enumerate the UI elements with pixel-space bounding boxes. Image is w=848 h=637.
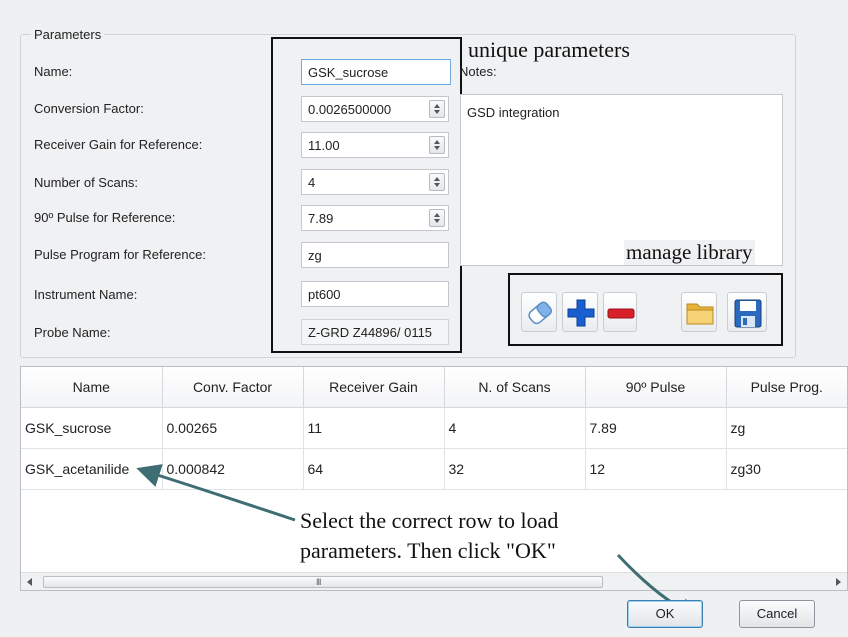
spin-down-icon — [434, 146, 440, 150]
name-label: Name: — [34, 64, 73, 79]
minus-icon — [607, 308, 635, 319]
receiver-gain-spin-buttons[interactable] — [429, 136, 445, 154]
parameters-group-title: Parameters — [31, 27, 105, 42]
pulse-program-field[interactable]: zg — [301, 242, 449, 268]
column-header-receiver-gain[interactable]: Receiver Gain — [303, 367, 445, 408]
table-cell[interactable]: 7.89 — [585, 407, 727, 449]
spin-up-icon — [434, 140, 440, 144]
notes-value: GSD integration — [467, 105, 560, 120]
table-cell[interactable]: 4 — [444, 407, 586, 449]
instruction-line-1: Select the correct row to load — [300, 508, 559, 533]
table-header-row: Name Conv. Factor Receiver Gain N. of Sc… — [21, 367, 847, 408]
table-cell[interactable]: 11 — [303, 407, 445, 449]
table-cell[interactable]: 32 — [444, 448, 586, 490]
conversion-factor-label: Conversion Factor: — [34, 101, 144, 116]
ok-button[interactable]: OK — [627, 600, 703, 628]
table-cell[interactable]: 12 — [585, 448, 727, 490]
probe-name-label: Probe Name: — [34, 325, 111, 340]
pulse-90-spin-buttons[interactable] — [429, 209, 445, 227]
manage-library-annotation: manage library — [624, 240, 755, 265]
table-cell[interactable]: 0.000842 — [162, 448, 304, 490]
probe-name-field[interactable]: Z-GRD Z44896/ 0115 — [301, 319, 449, 345]
column-header-conv-factor[interactable]: Conv. Factor — [162, 367, 304, 408]
pulse-program-value: zg — [308, 248, 322, 263]
spin-down-icon — [434, 110, 440, 114]
add-button[interactable] — [562, 292, 598, 332]
table-cell[interactable]: 64 — [303, 448, 445, 490]
scrollbar-grip: III — [316, 577, 321, 587]
name-field[interactable]: GSK_sucrose — [301, 59, 451, 85]
pulse-90-value: 7.89 — [308, 211, 334, 226]
table-row[interactable]: GSK_sucrose 0.00265 11 4 7.89 zg — [21, 407, 847, 449]
notes-label: Notes: — [459, 64, 497, 79]
instruction-annotation: Select the correct row to load parameter… — [300, 506, 558, 566]
instrument-name-value: pt600 — [308, 287, 341, 302]
remove-button[interactable] — [603, 292, 637, 332]
horizontal-scrollbar[interactable]: III — [21, 572, 847, 590]
instrument-name-label: Instrument Name: — [34, 287, 138, 302]
save-icon — [734, 299, 762, 328]
instruction-line-2: parameters. Then click "OK" — [300, 538, 556, 563]
spin-up-icon — [434, 104, 440, 108]
folder-icon — [686, 303, 714, 325]
cancel-button[interactable]: Cancel — [739, 600, 815, 628]
instrument-name-field[interactable]: pt600 — [301, 281, 449, 307]
column-header-name[interactable]: Name — [21, 367, 163, 408]
conversion-factor-spinbox[interactable]: 0.0026500000 — [301, 96, 449, 122]
table-cell[interactable]: 0.00265 — [162, 407, 304, 449]
scroll-left-icon[interactable] — [27, 578, 32, 586]
unique-parameters-annotation: unique parameters — [468, 37, 630, 62]
table-cell[interactable]: zg30 — [726, 448, 847, 490]
spin-down-icon — [434, 183, 440, 187]
probe-name-value: Z-GRD Z44896/ 0115 — [308, 325, 433, 340]
receiver-gain-spinbox[interactable]: 11.00 — [301, 132, 449, 158]
conversion-factor-spin-buttons[interactable] — [429, 100, 445, 118]
spin-up-icon — [434, 213, 440, 217]
clear-button[interactable] — [521, 292, 557, 332]
table-row[interactable]: GSK_acetanilide 0.000842 64 32 12 zg30 — [21, 448, 847, 490]
scroll-right-icon[interactable] — [836, 578, 841, 586]
number-of-scans-spin-buttons[interactable] — [429, 173, 445, 191]
column-header-pulse[interactable]: 90º Pulse — [585, 367, 727, 408]
table-cell[interactable]: GSK_sucrose — [21, 407, 163, 449]
pulse-90-spinbox[interactable]: 7.89 — [301, 205, 449, 231]
save-button[interactable] — [727, 292, 767, 332]
column-header-pulse-prog[interactable]: Pulse Prog. — [726, 367, 847, 408]
eraser-icon — [528, 301, 553, 325]
name-value: GSK_sucrose — [308, 65, 389, 80]
plus-icon — [567, 299, 595, 327]
number-of-scans-label: Number of Scans: — [34, 175, 139, 190]
parameters-dialog: Parameters Name: Conversion Factor: Rece… — [0, 0, 848, 637]
pulse-90-label: 90º Pulse for Reference: — [34, 210, 176, 225]
conversion-factor-value: 0.0026500000 — [308, 102, 392, 117]
spin-up-icon — [434, 177, 440, 181]
spin-down-icon — [434, 219, 440, 223]
table-cell[interactable]: GSK_acetanilide — [21, 448, 163, 490]
table-cell[interactable]: zg — [726, 407, 847, 449]
number-of-scans-value: 4 — [308, 175, 316, 190]
open-button[interactable] — [681, 292, 717, 332]
receiver-gain-value: 11.00 — [308, 138, 340, 153]
pulse-program-label: Pulse Program for Reference: — [34, 247, 206, 262]
column-header-scans[interactable]: N. of Scans — [444, 367, 586, 408]
number-of-scans-spinbox[interactable]: 4 — [301, 169, 449, 195]
scrollbar-thumb[interactable]: III — [43, 576, 603, 588]
library-table-grid: Name Conv. Factor Receiver Gain N. of Sc… — [21, 367, 847, 490]
receiver-gain-label: Receiver Gain for Reference: — [34, 137, 203, 152]
